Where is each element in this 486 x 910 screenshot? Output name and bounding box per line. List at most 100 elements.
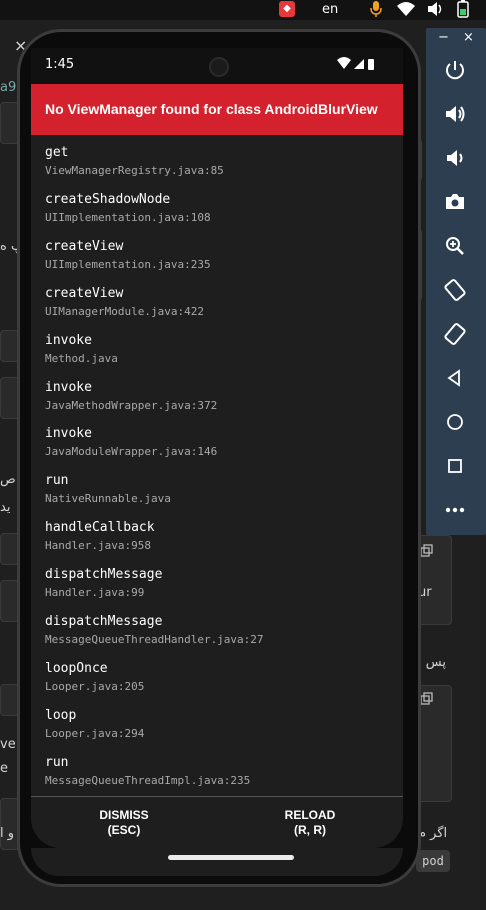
bg-rtl-text: و ا [0,826,15,841]
stack-frame-method: handleCallback [45,520,155,536]
stack-frame-location: Looper.java:205 [45,679,145,693]
stack-frame-location: NativeRunnable.java [45,492,171,506]
stack-frame: invoke JavaModuleWrapper.java:146 [45,426,217,458]
volume-down-icon [447,150,463,166]
reload-label: RELOAD [284,808,336,822]
battery-icon [368,59,374,70]
bg-code-chip: pod [416,850,450,872]
stack-frame: createView UIManagerModule.java:422 [45,286,204,318]
stack-frame-location: Handler.java:958 [45,539,151,553]
volume-up-button[interactable] [441,100,469,128]
bg-rtl-text: ص [0,472,16,487]
bg-rtl-text: اگر م [418,826,448,841]
overview-icon [448,459,462,473]
reload-hint: (R, R) [294,823,326,837]
stack-frame-method: createShadowNode [45,191,171,207]
volume-down-button[interactable] [441,144,469,172]
stack-frame-location: UIManagerModule.java:422 [45,304,204,318]
stack-frame-location: Handler.java:99 [45,586,145,600]
bg-rtl-text: پس ا [418,655,446,670]
close-button[interactable]: × [463,30,474,45]
back-button[interactable] [441,364,469,392]
stack-frame-location: Method.java [45,351,118,365]
gesture-area [31,848,403,876]
stack-frame: get ViewManagerRegistry.java:85 [45,145,224,177]
emulator-window-controls: − × [426,28,486,48]
rotate-right-button[interactable] [441,320,469,348]
zoom-button[interactable] [441,232,469,260]
gesture-nav-pill[interactable] [168,855,294,860]
stack-frame: run MessageQueueThreadImpl.java:235 [45,755,250,787]
stack-frame-method: createView [45,238,124,254]
home-icon [447,414,463,430]
volume-up-icon [446,106,465,122]
phone-side-button [418,230,422,300]
wifi-icon [337,57,351,69]
stack-frame: createView UIImplementation.java:235 [45,239,211,271]
reload-button[interactable]: RELOAD (R, R) [217,797,403,848]
stack-frame-method: run [45,754,69,770]
redbox-footer: DISMISS (ESC) RELOAD (R, R) [31,796,403,848]
stack-frame-method: invoke [45,332,92,348]
screenshot-button[interactable] [441,188,469,216]
power-button[interactable] [441,56,469,84]
status-icons [337,57,374,70]
keyboard-language[interactable]: en [322,2,338,17]
rotate-left-button[interactable] [441,276,469,304]
stack-frame-method: dispatchMessage [45,614,163,629]
front-camera [209,57,229,77]
more-button[interactable] [441,496,469,524]
stack-frame: loopOnce Looper.java:205 [45,661,144,693]
stack-frame-method: createView [45,285,124,301]
signal-icon [354,59,364,69]
stack-frame-location: JavaMethodWrapper.java:372 [45,398,218,412]
stack-frame: invoke JavaMethodWrapper.java:372 [45,380,217,412]
stack-frame-method: run [45,473,69,489]
stack-frame: loop Looper.java:294 [45,708,144,740]
battery-icon[interactable] [456,0,470,18]
stack-frame-location: ViewManagerRegistry.java:85 [45,164,224,177]
more-icon [445,507,465,513]
stack-frame: dispatchMessage Handler.java:99 [45,567,162,599]
tab-text: a9 [0,80,17,95]
dismiss-button[interactable]: DISMISS (ESC) [31,797,217,848]
stack-frame: invoke Method.java [45,333,118,365]
back-icon [447,369,460,387]
stack-frame-location: UIImplementation.java:108 [45,210,211,224]
camera-icon [446,194,464,209]
stack-frame: dispatchMessage MessageQueueThreadHandler… [45,614,264,646]
dismiss-label: DISMISS [99,808,149,822]
emulator-toolbar: − × [426,28,486,535]
stack-frame-location: UIImplementation.java:235 [45,257,211,271]
minimize-button[interactable]: − [438,30,449,45]
status-time: 1:45 [45,57,75,72]
wifi-icon[interactable] [397,1,415,17]
stack-frame: run NativeRunnable.java [45,473,171,505]
stack-frame-location: MessageQueueThreadHandler.java:27 [45,633,264,646]
copy-icon[interactable] [420,544,434,558]
stack-frame-method: dispatchMessage [45,567,163,583]
home-button[interactable] [441,408,469,436]
bg-code-fragment: e [0,761,8,776]
android-status-bar: 1:45 [31,48,403,84]
power-icon [446,61,464,80]
stack-frame-method: get [45,145,69,160]
system-top-bar: ◆ en [0,0,486,20]
redbox-error-title: No ViewManager found for class AndroidBl… [31,84,403,135]
bg-rtl-text: ید [0,500,11,515]
phone-screen: 1:45 No ViewManager found for class Andr… [31,48,403,848]
stack-frame: handleCallback Handler.java:958 [45,520,155,552]
overview-button[interactable] [441,452,469,480]
copy-icon[interactable] [420,692,434,706]
rotate-left-icon [444,279,466,301]
stack-frame-method: invoke [45,426,92,442]
microphone-icon[interactable] [369,0,383,18]
anydesk-icon[interactable]: ◆ [279,1,295,17]
stack-frame-location: Looper.java:294 [45,726,145,740]
volume-icon[interactable] [427,1,443,17]
stack-frame-method: invoke [45,379,92,395]
stack-frame: createShadowNode UIImplementation.java:10… [45,192,211,224]
rotate-right-icon [444,323,466,345]
stack-frame-method: loopOnce [45,660,108,676]
zoom-icon [446,237,464,255]
